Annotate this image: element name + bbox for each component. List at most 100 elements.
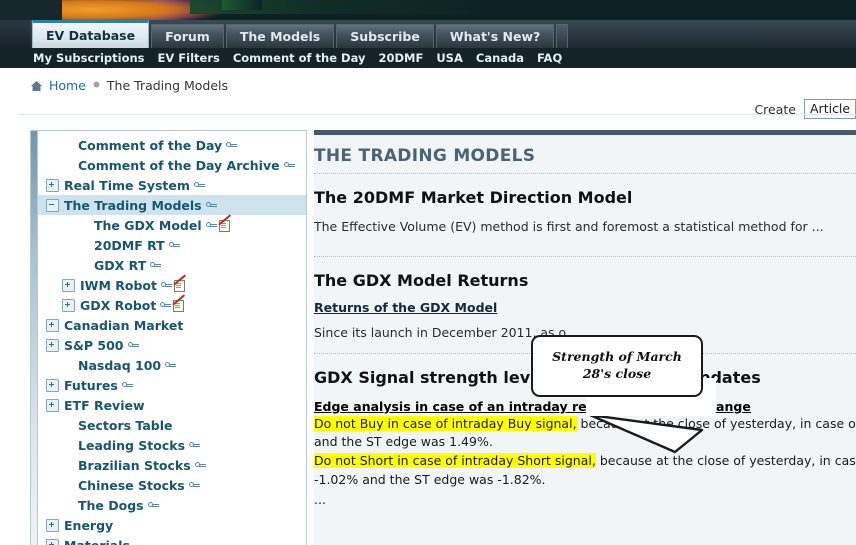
key-icon [150, 261, 162, 270]
key-icon [283, 161, 295, 170]
sidebar-item-materials[interactable]: Materials [38, 535, 306, 545]
key-icon [193, 181, 205, 190]
sidebar-item-label: IWM Robot [80, 277, 157, 293]
subnav-item-canada[interactable]: Canada [476, 51, 524, 65]
section-heading: GDX Signal strength levels and real time… [314, 368, 761, 388]
sidebar-item-label: 20DMF RT [94, 237, 165, 253]
expand-plus-icon[interactable] [46, 538, 59, 545]
section-divider-1 [314, 256, 856, 258]
title-divider [314, 173, 856, 174]
edge-short-rest: because at the close of yesterday, in ca… [599, 453, 856, 469]
sidebar-item-label: Comment of the Day Archive [78, 157, 280, 173]
sidebar-item-label: The Dogs [78, 497, 144, 513]
key-icon [226, 141, 238, 150]
sidebar-item-s-p-500[interactable]: S&P 500 [38, 335, 306, 355]
section-lead-text: Since its launch in December 2011, as o [314, 325, 567, 341]
expand-plus-icon[interactable] [62, 298, 75, 312]
breadcrumb: Home The Trading Models [30, 78, 228, 93]
expand-plus-icon[interactable] [46, 398, 59, 412]
tab-overflow [556, 24, 569, 48]
key-icon [121, 381, 133, 390]
create-control-row: Create Article [754, 99, 856, 119]
edge-short-highlight: Do not Short in case of intraday Short s… [314, 453, 596, 469]
section-gdx-signal-strength: GDX Signal strength levels and real time… [314, 368, 856, 507]
sidebar-item-etf-review[interactable]: ETF Review [38, 395, 306, 415]
expand-plus-icon[interactable] [46, 178, 59, 192]
sidebar-item-label: Energy [64, 517, 114, 533]
section-divider-2 [314, 353, 856, 355]
sidebar-panel: Comment of the Day Comment of the Day Arc… [37, 130, 307, 545]
sidebar-item-the-trading-models[interactable]: The Trading Models [38, 195, 306, 215]
expand-plus-icon[interactable] [46, 318, 59, 332]
sidebar-item-the-dogs[interactable]: The Dogs [38, 495, 306, 515]
sidebar-item-chinese-stocks[interactable]: Chinese Stocks [38, 475, 306, 495]
sidebar-item-comment-of-the-day-archive[interactable]: Comment of the Day Archive [38, 155, 306, 175]
edge-buy-line2: and the ST edge was 1.49%. [314, 434, 493, 450]
tab-what-s-new[interactable]: What's New? [435, 24, 555, 48]
sidebar-item-futures[interactable]: Futures [38, 375, 306, 395]
sidebar-item-gdx-robot[interactable]: GDX Robot [38, 293, 306, 315]
sidebar-item-iwm-robot[interactable]: IWM Robot [38, 273, 306, 295]
sidebar-item-label: Materials [64, 537, 130, 545]
subnav-item-my-subscriptions[interactable]: My Subscriptions [33, 51, 145, 65]
edge-short-line: Do not Short in case of intraday Short s… [314, 453, 856, 470]
expand-plus-icon[interactable] [46, 378, 59, 392]
sidebar-item-label: The GDX Model [94, 217, 202, 233]
expand-plus-icon[interactable] [46, 338, 59, 352]
sidebar-item-label: Nasdaq 100 [78, 357, 162, 373]
breadcrumb-home-link[interactable]: Home [49, 78, 86, 93]
expand-plus-icon[interactable] [46, 518, 59, 532]
edge-analysis-heading: Edge analysis in case of an intraday rea… [314, 398, 751, 414]
subnav-item-faq[interactable]: FAQ [537, 51, 562, 65]
tab-the-models[interactable]: The Models [225, 24, 335, 48]
section-gdx-returns: The GDX Model Returns Returns of the GDX… [314, 271, 856, 340]
subnav-item-comment-of-the-day[interactable]: Comment of the Day [233, 51, 366, 65]
section-heading: The GDX Model Returns [314, 271, 529, 291]
sidebar-item-comment-of-the-day[interactable]: Comment of the Day [38, 135, 306, 155]
section-20dmf: The 20DMF Market Direction Model The Eff… [314, 188, 856, 234]
no-document-icon [173, 273, 186, 292]
sidebar-item-the-gdx-model[interactable]: The GDX Model [38, 213, 306, 235]
returns-of-gdx-model-link[interactable]: Returns of the GDX Model [314, 300, 497, 315]
tab-subscribe[interactable]: Subscribe [336, 24, 434, 48]
sidebar-item-label: Brazilian Stocks [78, 457, 191, 473]
no-document-icon [172, 293, 186, 312]
key-icon [160, 281, 172, 290]
create-type-select[interactable]: Article [804, 99, 856, 119]
sidebar-item-canadian-market[interactable]: Canadian Market [38, 315, 306, 335]
sidebar-item-leading-stocks[interactable]: Leading Stocks [38, 435, 306, 455]
key-icon [205, 201, 217, 210]
expand-plus-icon[interactable] [62, 278, 75, 292]
no-document-icon [217, 213, 231, 232]
edge-buy-highlight: Do not Buy in case of intraday Buy signa… [314, 415, 577, 431]
sidebar-item-label: Real Time System [64, 177, 190, 193]
key-icon [127, 341, 139, 350]
banner-left-pad [0, 0, 62, 20]
subnav-item-usa[interactable]: USA [436, 51, 463, 65]
sidebar-item-nasdaq-100[interactable]: Nasdaq 100 [38, 355, 306, 375]
sidebar-item-label: GDX RT [94, 257, 147, 273]
sidebar-item-real-time-system[interactable]: Real Time System [38, 175, 306, 195]
sidebar-item-sectors-table[interactable]: Sectors Table [38, 415, 306, 435]
sidebar-item-brazilian-stocks[interactable]: Brazilian Stocks [38, 455, 306, 475]
sidebar-item-gdx-rt[interactable]: GDX RT [38, 255, 306, 275]
sidebar-item-label: The Trading Models [64, 197, 202, 213]
sidebar-item-label: Comment of the Day [78, 137, 223, 153]
section-lead-text: The Effective Volume (EV) method is firs… [314, 219, 824, 235]
page-root: EV Database Forum The Models Subscribe What'… [0, 0, 856, 545]
sidebar-item-label: Canadian Market [64, 317, 184, 333]
key-icon [165, 361, 177, 370]
sidebar-item-label: Futures [64, 377, 118, 393]
sidebar-item-label: ETF Review [64, 397, 145, 413]
page-body: Home The Trading Models Create Article C… [0, 68, 856, 545]
subnav-item-20dmf[interactable]: 20DMF [378, 51, 423, 65]
key-icon [205, 221, 217, 230]
sidebar-item-energy[interactable]: Energy [38, 515, 306, 535]
tab-ev-database[interactable]: EV Database [32, 20, 150, 48]
sidebar-item-20dmf-rt[interactable]: 20DMF RT [38, 235, 306, 255]
subnav-item-ev-filters[interactable]: EV Filters [158, 51, 220, 65]
tab-forum[interactable]: Forum [151, 24, 224, 48]
collapse-minus-icon[interactable] [46, 198, 59, 212]
key-icon [194, 461, 206, 470]
edge-short-line2: -1.02% and the ST edge was -1.82%. [314, 472, 546, 488]
